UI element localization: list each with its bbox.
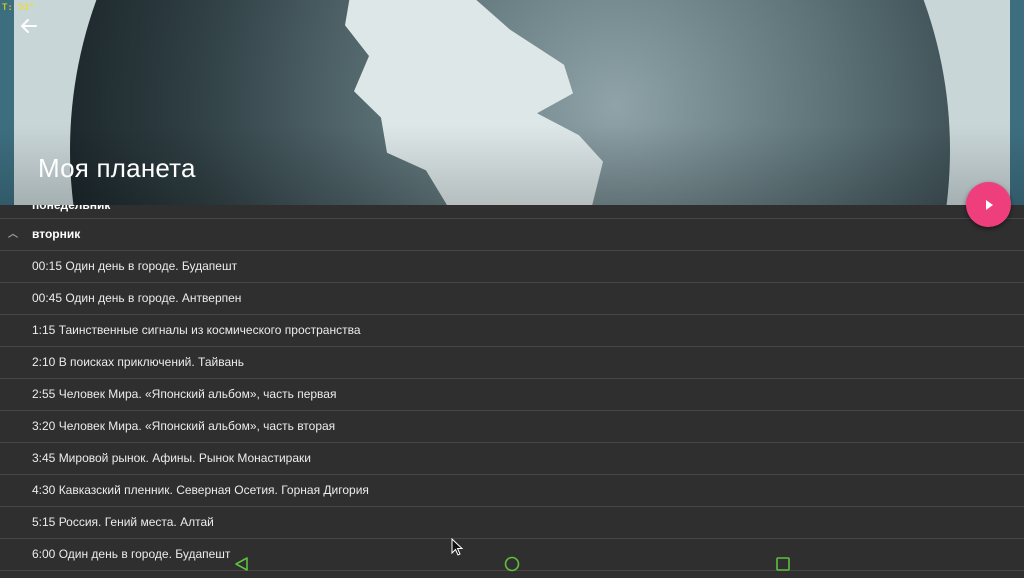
day-label: вторник xyxy=(32,227,81,241)
program-item[interactable]: 3:45 Мировой рынок. Афины. Рынок Монасти… xyxy=(0,443,1024,475)
chevron-up-icon: ︿ xyxy=(8,229,18,240)
program-item[interactable]: 4:30 Кавказский пленник. Северная Осетия… xyxy=(0,475,1024,507)
nav-recents-icon xyxy=(776,557,790,571)
program-label: 3:45 Мировой рынок. Афины. Рынок Монасти… xyxy=(32,451,311,465)
program-item[interactable]: 3:20 Человек Мира. «Японский альбом», ча… xyxy=(0,411,1024,443)
program-label: 00:45 Один день в городе. Антверпен xyxy=(32,291,242,305)
program-item[interactable]: 2:55 Человек Мира. «Японский альбом», ча… xyxy=(0,379,1024,411)
program-label: 2:10 В поисках приключений. Тайвань xyxy=(32,355,245,369)
program-label: 4:30 Кавказский пленник. Северная Осетия… xyxy=(32,483,369,497)
program-item[interactable]: 00:45 Один день в городе. Антверпен xyxy=(0,283,1024,315)
nav-back-icon xyxy=(235,557,248,571)
nav-recents-button[interactable] xyxy=(774,555,792,573)
arrow-back-icon xyxy=(21,19,37,33)
program-item[interactable]: 00:15 Один день в городе. Будапешт xyxy=(0,251,1024,283)
day-header-tuesday[interactable]: ︿ вторник xyxy=(0,219,1024,251)
program-item[interactable]: 5:15 Россия. Гений места. Алтай xyxy=(0,507,1024,539)
program-label: 3:20 Человек Мира. «Японский альбом», ча… xyxy=(32,419,336,433)
debug-overlay: T: 53° xyxy=(2,3,35,13)
nav-back-button[interactable] xyxy=(233,555,251,573)
mouse-cursor-icon xyxy=(451,537,465,563)
system-navbar xyxy=(0,550,1024,576)
back-button[interactable] xyxy=(16,13,42,39)
play-button[interactable] xyxy=(966,182,1011,227)
program-label: 5:15 Россия. Гений места. Алтай xyxy=(32,515,214,529)
play-icon xyxy=(985,199,993,210)
program-label: 2:55 Человек Мира. «Японский альбом», ча… xyxy=(32,387,337,401)
program-label: 00:15 Один день в городе. Будапешт xyxy=(32,259,238,273)
schedule-list: понедельник ︿ вторник 00:15 Один день в … xyxy=(0,187,1024,571)
nav-home-button[interactable] xyxy=(503,555,521,573)
program-label: 1:15 Таинственные сигналы из космическог… xyxy=(32,323,361,337)
nav-home-icon xyxy=(504,556,520,572)
channel-banner: T: 53° Моя планета xyxy=(0,0,1024,205)
program-item[interactable]: 2:10 В поисках приключений. Тайвань xyxy=(0,347,1024,379)
program-item[interactable]: 1:15 Таинственные сигналы из космическог… xyxy=(0,315,1024,347)
channel-title: Моя планета xyxy=(38,153,196,183)
